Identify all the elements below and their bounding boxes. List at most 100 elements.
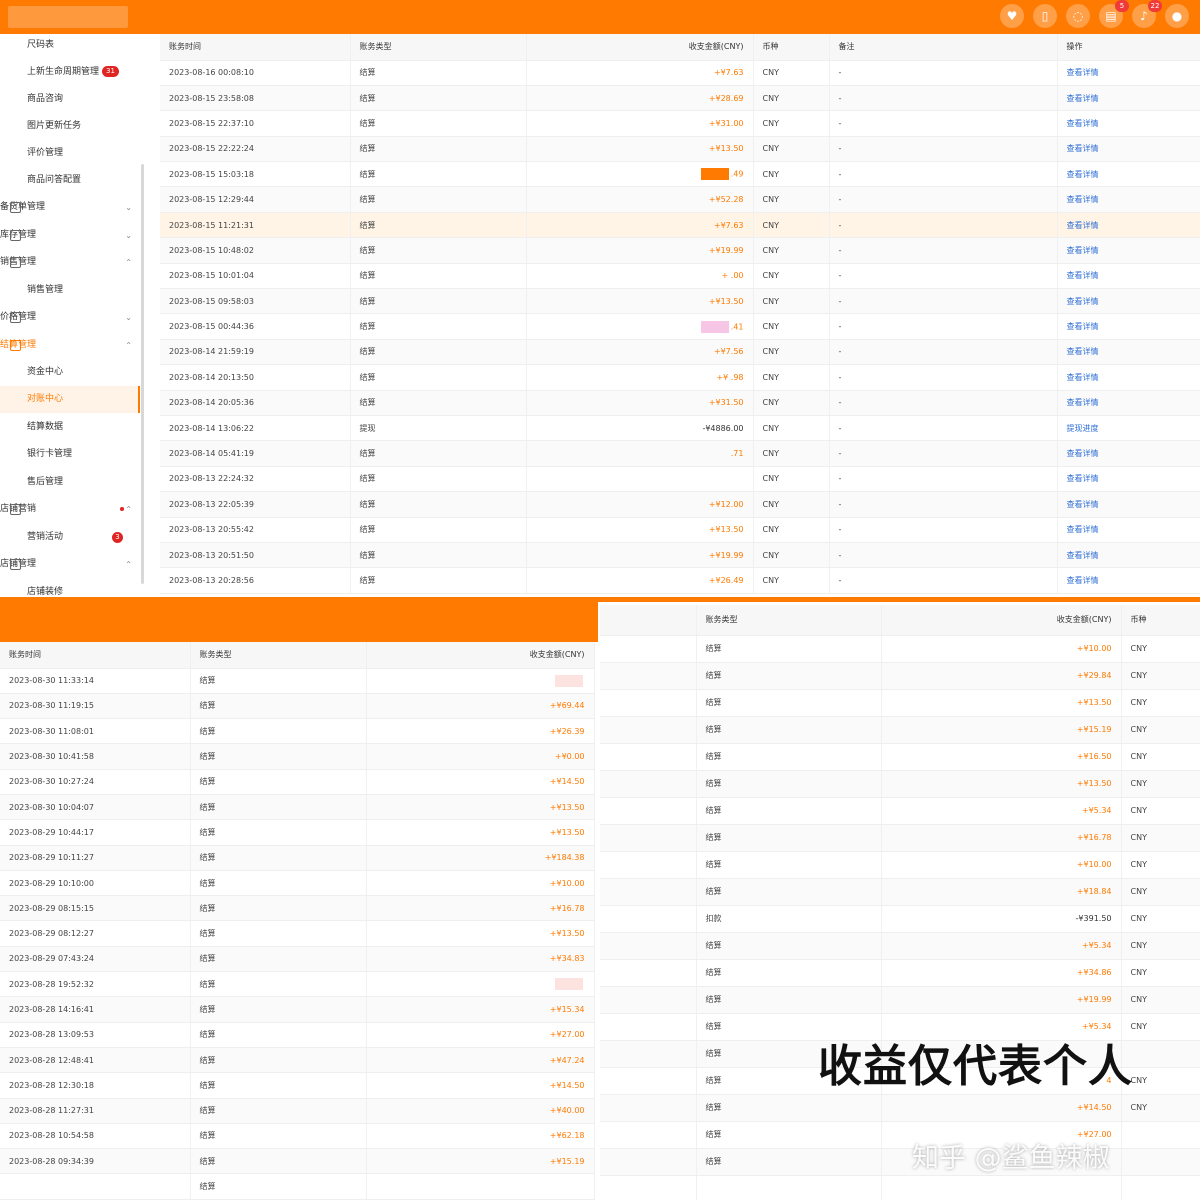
cell-time: 2023-08-15 12:29:44 [160, 186, 351, 213]
blurred-logo [8, 6, 128, 28]
view-detail-link[interactable]: 查看详情 [1057, 313, 1200, 340]
sidebar-item-label: 营销活动 [27, 532, 64, 542]
view-detail-link[interactable]: 查看详情 [1057, 364, 1200, 391]
cell-type: 结算 [696, 1148, 882, 1176]
user-icon[interactable]: ● [1165, 4, 1189, 28]
sidebar-item[interactable]: 图片更新任务 [0, 113, 140, 140]
view-detail-link[interactable]: 查看详情 [1057, 85, 1200, 112]
sidebar-item[interactable]: 备货单管理 ⌄ [0, 194, 140, 221]
cell-currency: CNY [753, 364, 830, 391]
sidebar-item-label: 店铺装修 [27, 587, 64, 597]
cell-spacer [600, 905, 697, 933]
col-amount: 收支金额(CNY) [526, 34, 754, 61]
view-detail-link[interactable]: 查看详情 [1057, 466, 1200, 493]
sidebar-item[interactable]: 资金中心 [0, 359, 140, 386]
cell-time: 2023-08-13 20:55:42 [160, 517, 351, 543]
view-detail-link[interactable]: 查看详情 [1057, 288, 1200, 315]
amount-text: +¥34.83 [549, 954, 585, 964]
amount-text: +¥7.63 [713, 68, 744, 78]
sidebar-item[interactable]: 尺码表 [0, 34, 140, 59]
sidebar-item[interactable]: 销售管理 ⌃ [0, 249, 140, 276]
cell-type: 结算 [190, 1072, 367, 1099]
bottom-left-ledger-table: 账务时间 账务类型 收支金额(CNY) 2023-08-30 11:33:14 结… [0, 642, 595, 1200]
table-row: 结算 +¥10.00 CNY [600, 635, 1200, 663]
sidebar-item[interactable]: 店铺营销 ⌃ [0, 496, 140, 523]
table-row: 结算 +¥29.84 CNY [600, 662, 1200, 690]
amount-text: +¥15.34 [549, 1005, 585, 1014]
cell-type: 结算 [350, 313, 527, 340]
cell-time: 2023-08-28 09:34:39 [0, 1148, 191, 1175]
sidebar-item[interactable]: 售后管理 [0, 469, 140, 496]
table-row: 2023-08-15 10:01:04 结算 + .00 CNY - 查看详情 [160, 263, 1200, 290]
cell-amount: +¥ .98 [526, 364, 754, 391]
sidebar-item[interactable]: 库存管理 ⌄ [0, 222, 140, 249]
amount-text: .41 [730, 322, 744, 332]
sidebar-item[interactable]: 商品问答配置 [0, 167, 140, 194]
view-detail-link[interactable]: 查看详情 [1057, 110, 1200, 137]
chevron-icon[interactable]: ⌄ [125, 304, 132, 331]
chat-icon[interactable]: ◌ [1066, 4, 1090, 28]
table-row: 2023-08-15 11:21:31 结算 +¥7.63 CNY - 查看详情 [160, 212, 1200, 239]
cell-type: 结算 [350, 288, 527, 315]
view-detail-link[interactable]: 查看详情 [1057, 491, 1200, 518]
table-row: 结算 +¥18.84 CNY [600, 878, 1200, 906]
view-detail-link[interactable]: 查看详情 [1057, 440, 1200, 467]
sidebar-item[interactable]: 店铺管理 ⌃ [0, 551, 140, 578]
cell-currency: CNY [1121, 932, 1200, 960]
sidebar-item[interactable]: 销售管理 [0, 277, 140, 304]
sidebar-item[interactable]: 价格管理 ⌄ [0, 304, 140, 331]
sidebar-item[interactable]: 银行卡管理 [0, 441, 140, 468]
cell-type: 结算 [190, 1123, 367, 1150]
amount-text: +¥27.00 [549, 1030, 585, 1040]
cell-currency: CNY [753, 390, 830, 416]
cell-time: 2023-08-14 21:59:19 [160, 339, 351, 366]
view-detail-link[interactable]: 查看详情 [1057, 517, 1200, 543]
table-row: 2023-08-14 20:13:50 结算 +¥ .98 CNY - 查看详情 [160, 364, 1200, 391]
amount-text: +¥13.50 [708, 525, 744, 535]
view-detail-link[interactable]: 查看详情 [1057, 237, 1200, 264]
cell-amount: +¥19.99 [526, 542, 754, 569]
table-row: 2023-08-29 10:44:17 结算 +¥13.50 [0, 819, 595, 846]
sidebar-item[interactable]: 上新生命周期管理 31 [0, 59, 140, 86]
count-badge: 31 [102, 66, 119, 77]
view-detail-link[interactable]: 查看详情 [1057, 186, 1200, 213]
chevron-icon[interactable]: ⌃ [125, 551, 132, 578]
view-detail-link[interactable]: 查看详情 [1057, 212, 1200, 239]
view-detail-link[interactable]: 查看详情 [1057, 161, 1200, 188]
view-detail-link[interactable]: 查看详情 [1057, 339, 1200, 366]
heart-icon[interactable]: ♥ [1000, 4, 1024, 28]
cell-currency: CNY [1121, 959, 1200, 987]
document-icon[interactable]: ▤ 5 [1099, 0, 1129, 28]
cell-amount: +¥26.49 [526, 567, 754, 594]
sidebar-item[interactable]: 结算管理 ⌃ [0, 332, 140, 359]
view-detail-link[interactable]: 查看详情 [1057, 60, 1200, 86]
chevron-icon[interactable]: ⌃ [125, 332, 132, 359]
view-detail-link[interactable]: 查看详情 [1057, 263, 1200, 290]
sidebar-item[interactable]: 结算数据 [0, 414, 140, 441]
sidebar-item[interactable]: 商品咨询 [0, 86, 140, 113]
view-detail-link[interactable]: 查看详情 [1057, 136, 1200, 163]
sidebar-item[interactable]: 对账中心 [0, 386, 140, 413]
chevron-icon[interactable]: ⌃ [125, 249, 132, 276]
view-detail-link[interactable]: 提现进度 [1057, 415, 1200, 442]
cell-amount: + .00 [526, 263, 754, 290]
book-icon[interactable]: ▯ [1033, 4, 1057, 28]
chevron-icon[interactable]: ⌃ [125, 496, 132, 523]
cell-time: 2023-08-29 08:12:27 [0, 920, 191, 947]
sidebar-item[interactable]: 评价管理 [0, 140, 140, 167]
sidebar-item[interactable]: 营销活动 3 [0, 524, 140, 551]
cell-currency: CNY [753, 466, 830, 493]
sidebar-scrollbar[interactable] [141, 164, 144, 584]
bell-icon[interactable]: ♪ 22 [1132, 0, 1162, 28]
chevron-icon[interactable]: ⌄ [125, 222, 132, 249]
chevron-icon[interactable]: ⌄ [125, 194, 132, 221]
cell-spacer [600, 1175, 697, 1200]
cell-type: 结算 [696, 986, 882, 1014]
view-detail-link[interactable]: 查看详情 [1057, 567, 1200, 594]
cell-amount: .49 [526, 161, 754, 188]
view-detail-link[interactable]: 查看详情 [1057, 542, 1200, 569]
cell-type: 结算 [190, 1098, 367, 1124]
cell-note: - [829, 186, 1058, 213]
view-detail-link[interactable]: 查看详情 [1057, 390, 1200, 416]
amount-text: +¥69.44 [549, 701, 585, 711]
